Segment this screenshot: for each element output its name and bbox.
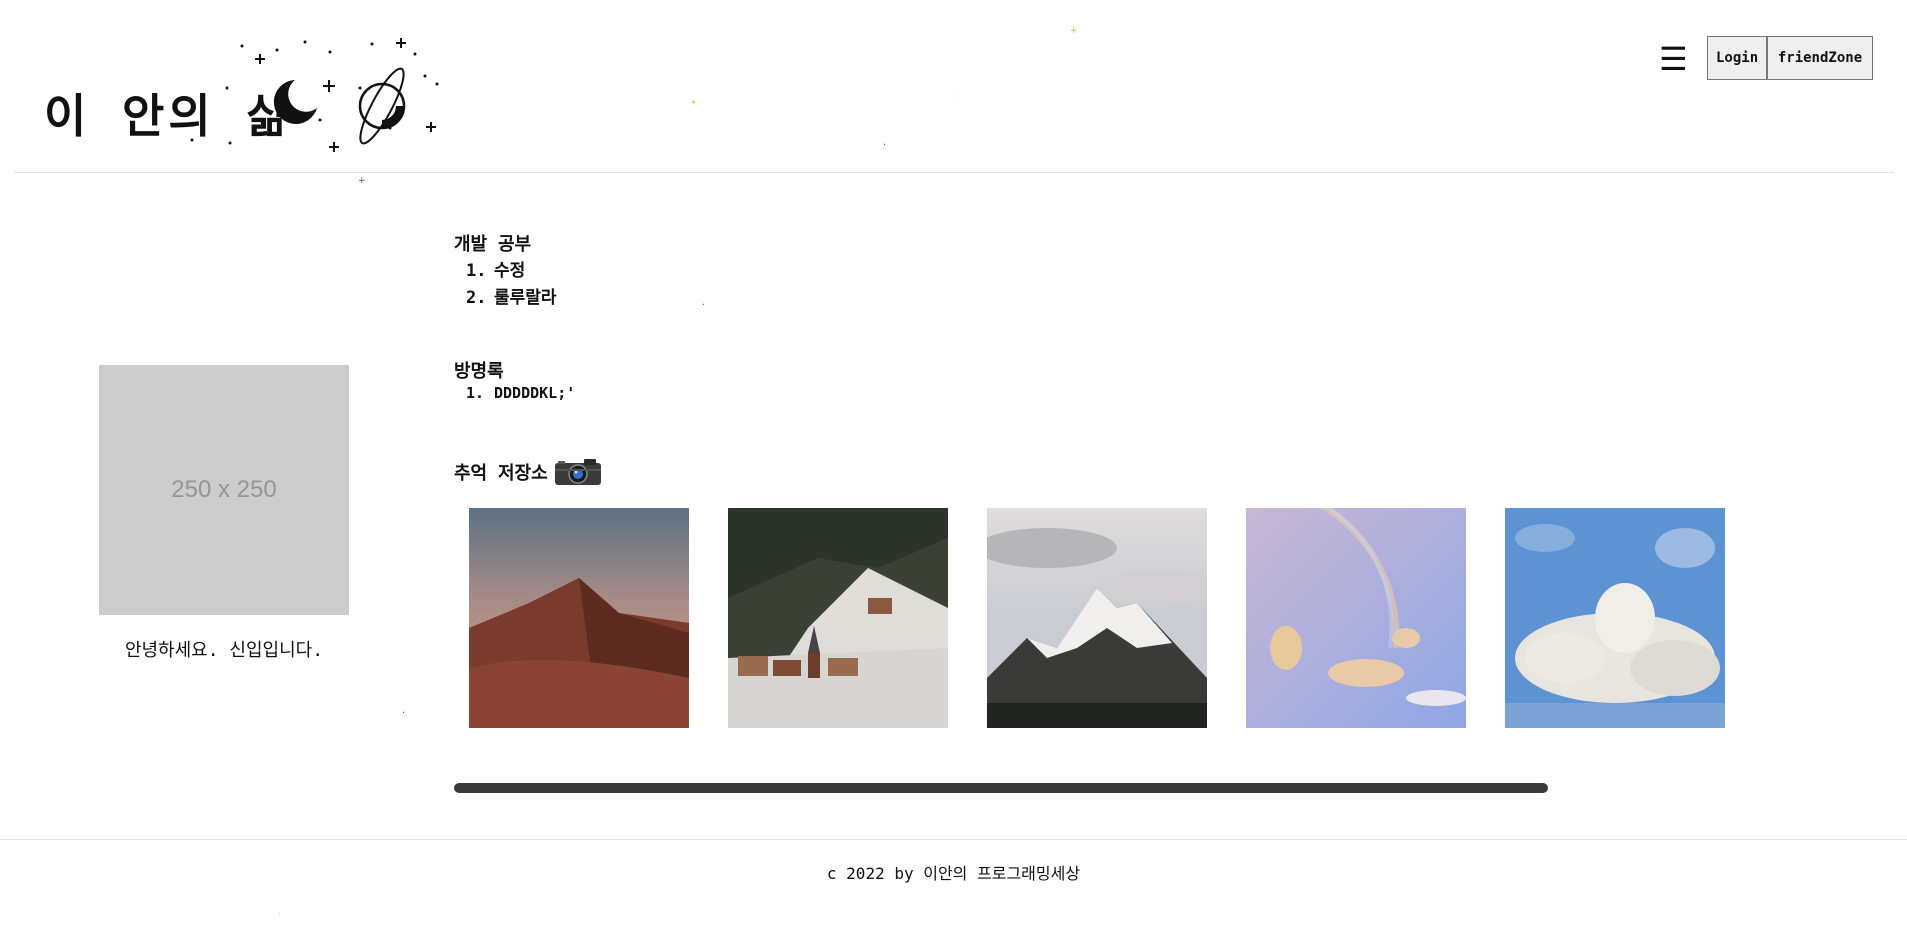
site-header: 이 안의 삶 ☰ Login friendZone	[14, 0, 1894, 173]
site-footer: c 2022 by 이안의 프로그래밍세상	[0, 839, 1907, 926]
sparkle-icon: ·	[883, 140, 887, 151]
item-label: DDDDDKL;'	[494, 384, 576, 402]
hamburger-menu-icon[interactable]: ☰	[1659, 40, 1688, 78]
sparkle-icon: ·	[402, 708, 406, 719]
camera-icon	[554, 459, 601, 485]
profile-image-placeholder: 250 x 250	[99, 365, 349, 615]
sparkle-icon: ·	[702, 300, 706, 311]
cloud-sky-photo[interactable]	[1505, 508, 1725, 728]
list-item[interactable]: 2. 룰루랄라	[466, 283, 557, 310]
list-item[interactable]: 1. 수정	[466, 256, 557, 283]
friendzone-button[interactable]: friendZone	[1767, 36, 1873, 80]
snow-mountain-photo[interactable]	[987, 508, 1207, 728]
sparkle-icon: +	[358, 176, 366, 186]
item-number: 1.	[466, 261, 487, 281]
logo-text: 이 안의 삶	[44, 89, 293, 143]
guestbook-list: 1. DDDDDKL;'	[466, 384, 575, 411]
item-label: 룰루랄라	[494, 288, 557, 308]
sparkle-icon: +	[1070, 26, 1078, 36]
footer-copyright: c 2022 by 이안의 프로그래밍세상	[826, 864, 1081, 883]
item-label: 수정	[494, 261, 526, 281]
item-number: 2.	[466, 288, 487, 308]
placeholder-label: 250 x 250	[171, 476, 277, 503]
rainbow-sky-photo[interactable]	[1246, 508, 1466, 728]
guestbook-section-title: 방명록	[454, 361, 504, 382]
sparkle-icon: ✦	[690, 98, 697, 107]
gallery-scrollbar[interactable]	[454, 783, 1548, 793]
site-logo[interactable]: 이 안의 삶	[30, 28, 450, 158]
snowy-village-photo[interactable]	[728, 508, 948, 728]
login-button[interactable]: Login	[1707, 36, 1767, 80]
desert-dunes-photo[interactable]	[469, 508, 689, 728]
sparkle-icon: ·	[958, 92, 961, 101]
item-number: 1.	[466, 384, 485, 402]
profile-greeting: 안녕하세요. 신입입니다.	[124, 640, 324, 661]
study-section-title: 개발 공부	[454, 234, 532, 255]
study-list: 1. 수정 2. 룰루랄라	[466, 256, 557, 310]
gallery-title-text: 추억 저장소	[454, 463, 548, 484]
list-item[interactable]: 1. DDDDDKL;'	[466, 384, 575, 411]
gallery-section-title: 추억 저장소	[454, 458, 602, 486]
